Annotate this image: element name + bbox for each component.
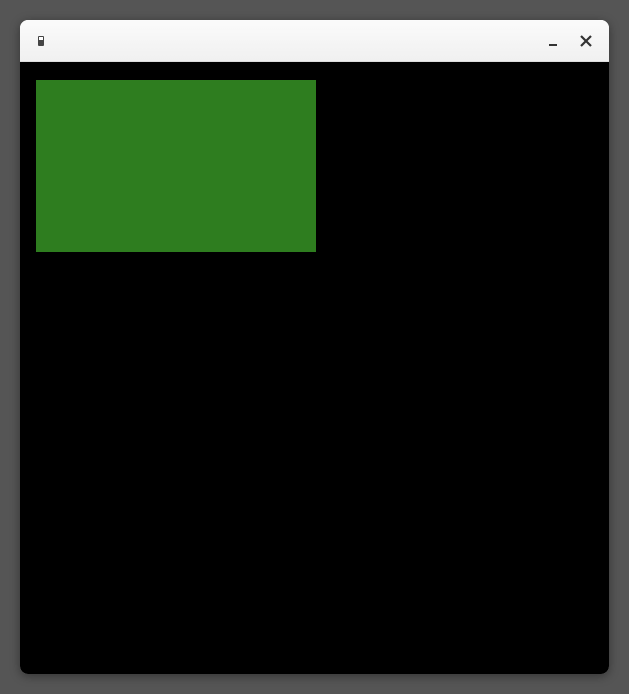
minimize-button[interactable]	[547, 34, 561, 48]
titlebar[interactable]	[20, 20, 609, 62]
green-rectangle	[36, 80, 316, 252]
application-window	[20, 20, 609, 674]
close-button[interactable]	[579, 34, 593, 48]
window-controls	[547, 34, 593, 48]
canvas-area	[20, 62, 609, 674]
app-icon	[34, 33, 50, 49]
